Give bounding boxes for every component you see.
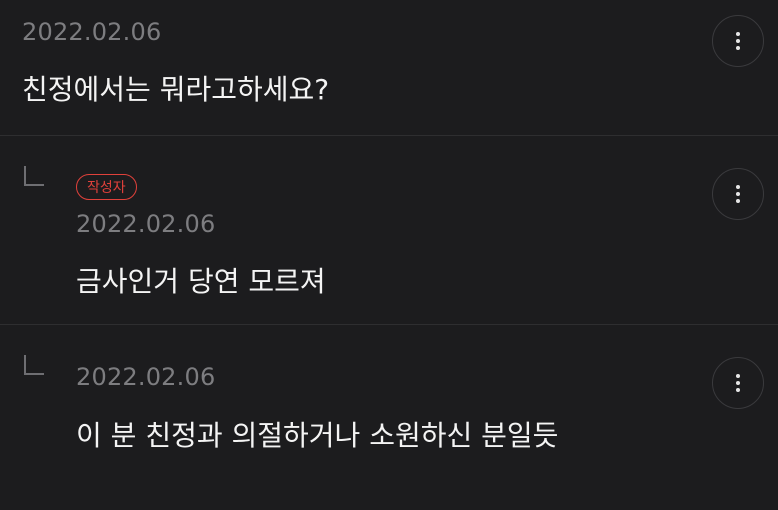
comment-more-button[interactable] (712, 357, 764, 409)
comment-date: 2022.02.06 (76, 210, 216, 238)
comment-text: 이 분 친정과 의절하거나 소원하신 분일듯 (76, 419, 559, 452)
author-badge: 작성자 (76, 174, 137, 200)
comment-text: 친정에서는 뭐라고하세요? (22, 73, 330, 106)
reply-arrow-icon (24, 355, 44, 375)
comment-date: 2022.02.06 (22, 18, 162, 46)
comment-more-button[interactable] (712, 15, 764, 67)
more-vertical-icon (736, 185, 740, 203)
comment-item: 2022.02.06 친정에서는 뭐라고하세요? (0, 0, 778, 136)
comment-text: 금사인거 당연 모르져 (76, 265, 326, 298)
reply-item: 작성자 2022.02.06 금사인거 당연 모르져 (0, 136, 778, 325)
reply-arrow-icon (24, 166, 44, 186)
more-vertical-icon (736, 374, 740, 392)
more-vertical-icon (736, 32, 740, 50)
comment-date: 2022.02.06 (76, 363, 216, 391)
reply-item: 2022.02.06 이 분 친정과 의절하거나 소원하신 분일듯 (0, 325, 778, 510)
comment-more-button[interactable] (712, 168, 764, 220)
